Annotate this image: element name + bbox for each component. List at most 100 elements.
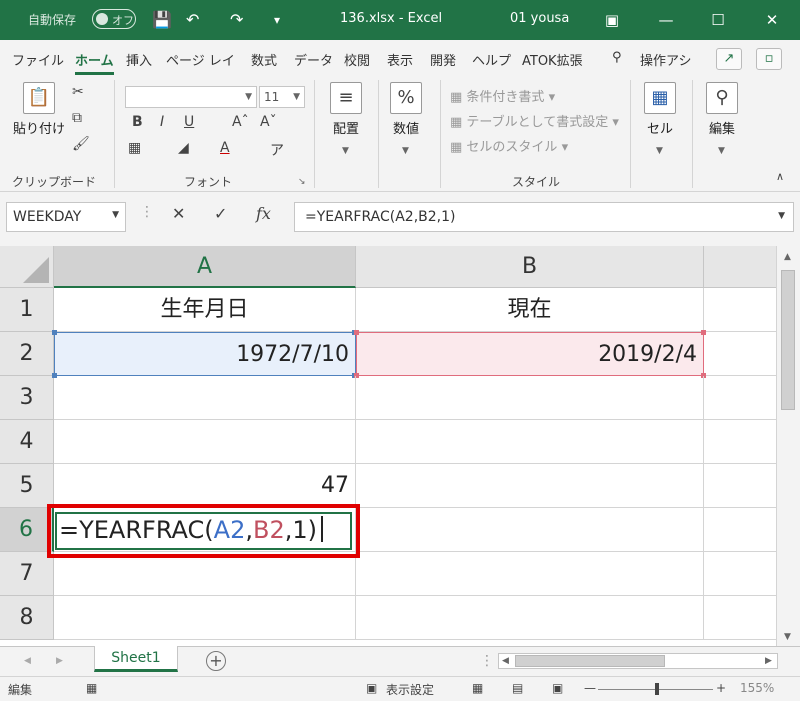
save-icon[interactable]: 💾 [152,10,172,29]
cell-b6[interactable] [356,508,704,552]
splitter-icon[interactable]: ⋮ [480,653,494,669]
tab-tell-me[interactable]: 操作アシ [640,50,691,69]
collapse-ribbon-icon[interactable]: ∧ [776,170,784,183]
column-header-a[interactable]: A [54,246,356,288]
enter-icon[interactable]: ✓ [214,204,227,223]
comment-icon[interactable]: ▫ [756,48,782,70]
cell-c3[interactable] [704,376,776,420]
drag-handle-icon[interactable]: ⋮ [140,204,154,220]
italic-button[interactable]: I [160,114,164,130]
horizontal-scrollbar[interactable]: ◀ ▶ [498,653,778,669]
share-icon[interactable]: ↗ [716,48,742,70]
range-handle[interactable] [52,330,57,335]
format-as-table-button[interactable]: ▦ テーブルとして書式設定 ▾ [450,111,619,130]
customize-quick-access-icon[interactable]: ▾ [274,13,280,27]
tab-help[interactable]: ヘルプ [472,50,511,69]
tab-home[interactable]: ホーム [75,50,114,75]
cell-b5[interactable] [356,464,704,508]
tab-formulas[interactable]: 数式 [251,50,277,69]
cell-c2[interactable] [704,332,776,376]
fill-color-icon[interactable]: ◢ [178,140,189,156]
ribbon-display-options-icon[interactable]: ▣ [592,6,632,34]
page-break-view-icon[interactable]: ▣ [552,681,563,695]
column-header-c[interactable] [704,246,776,288]
cell-b2[interactable]: 2019/2/4 [356,332,704,376]
row-header-7[interactable]: 7 [0,552,54,596]
cell-a5[interactable]: 47 [54,464,356,508]
cell-b3[interactable] [356,376,704,420]
format-painter-icon[interactable]: 🖌 [72,136,90,152]
prev-sheet-icon[interactable]: ◀ [24,656,31,666]
increase-font-icon[interactable]: Aˆ [232,114,249,130]
next-sheet-icon[interactable]: ▶ [56,656,63,666]
tab-view[interactable]: 表示 [387,50,413,69]
conditional-formatting-button[interactable]: ▦ 条件付き書式 ▾ [450,86,555,105]
tab-review[interactable]: 校閲 [344,50,370,69]
range-handle[interactable] [701,330,706,335]
add-sheet-icon[interactable]: + [206,651,226,671]
copy-icon[interactable]: ⧉ [72,110,82,126]
cell-b4[interactable] [356,420,704,464]
font-color-icon[interactable]: A [220,140,230,156]
scroll-left-icon[interactable]: ◀ [502,656,509,666]
maximize-button[interactable]: ☐ [698,6,738,34]
vertical-scroll-thumb[interactable] [781,270,795,410]
cell-a8[interactable] [54,596,356,640]
active-cell-editor[interactable]: =YEARFRAC(A2,B2,1) [47,504,360,558]
font-size-input[interactable]: 11 ▼ [259,86,305,108]
display-settings-icon[interactable]: ▣ [366,681,377,695]
tab-atok[interactable]: ATOK拡張 [522,50,583,69]
select-all-button[interactable] [0,246,54,288]
cell-b7[interactable] [356,552,704,596]
scroll-down-icon[interactable]: ▼ [784,632,791,642]
display-settings-label[interactable]: 表示設定 [386,681,434,698]
column-header-b[interactable]: B [356,246,704,288]
cell-a1[interactable]: 生年月日 [54,288,356,332]
cell-c4[interactable] [704,420,776,464]
bold-button[interactable]: B [132,114,143,130]
underline-button[interactable]: U [184,114,194,130]
scroll-up-icon[interactable]: ▲ [784,252,791,262]
tab-file[interactable]: ファイル [12,50,64,69]
formula-input[interactable]: =YEARFRAC(A2,B2,1) ▼ [294,202,794,232]
tab-insert[interactable]: 挿入 [126,50,152,69]
cell-a3[interactable] [54,376,356,420]
name-box[interactable]: WEEKDAY ▼ [6,202,126,232]
macro-record-icon[interactable]: ▦ [86,681,97,695]
redo-icon[interactable]: ↷ [230,10,243,29]
alignment-button[interactable]: ≡ 配置 [324,82,368,137]
cell-a4[interactable] [54,420,356,464]
cell-c5[interactable] [704,464,776,508]
cut-icon[interactable]: ✂ [72,84,84,100]
editing-button[interactable]: ⚲ 編集 [700,82,744,137]
cell-c1[interactable] [704,288,776,332]
cell-a7[interactable] [54,552,356,596]
undo-icon[interactable]: ↶ [186,10,199,29]
user-name[interactable]: 01 yousa [510,11,569,26]
close-button[interactable]: ✕ [752,6,792,34]
insert-function-button[interactable]: fx [256,204,271,223]
cell-styles-button[interactable]: ▦ セルのスタイル ▾ [450,136,568,155]
zoom-level[interactable]: 155% [740,681,774,695]
cell-c6[interactable] [704,508,776,552]
zoom-in-icon[interactable]: + [716,681,726,695]
row-header-5[interactable]: 5 [0,464,54,508]
tab-developer[interactable]: 開発 [430,50,456,69]
font-name-input[interactable]: ▼ [125,86,257,108]
cell-a2[interactable]: 1972/7/10 [54,332,356,376]
cell-c8[interactable] [704,596,776,640]
row-header-6[interactable]: 6 [0,508,54,552]
minimize-button[interactable]: — [646,6,686,34]
cell-b8[interactable] [356,596,704,640]
decrease-font-icon[interactable]: Aˇ [260,114,277,130]
cells-button[interactable]: ▦ セル [638,82,682,137]
zoom-slider-thumb[interactable] [655,683,659,695]
cell-c7[interactable] [704,552,776,596]
normal-view-icon[interactable]: ▦ [472,681,483,695]
row-header-1[interactable]: 1 [0,288,54,332]
horizontal-scroll-thumb[interactable] [515,655,665,667]
cell-b1[interactable]: 現在 [356,288,704,332]
cancel-icon[interactable]: ✕ [172,204,185,223]
sheet-tab-sheet1[interactable]: Sheet1 [94,646,178,672]
zoom-out-icon[interactable]: — [584,681,596,695]
